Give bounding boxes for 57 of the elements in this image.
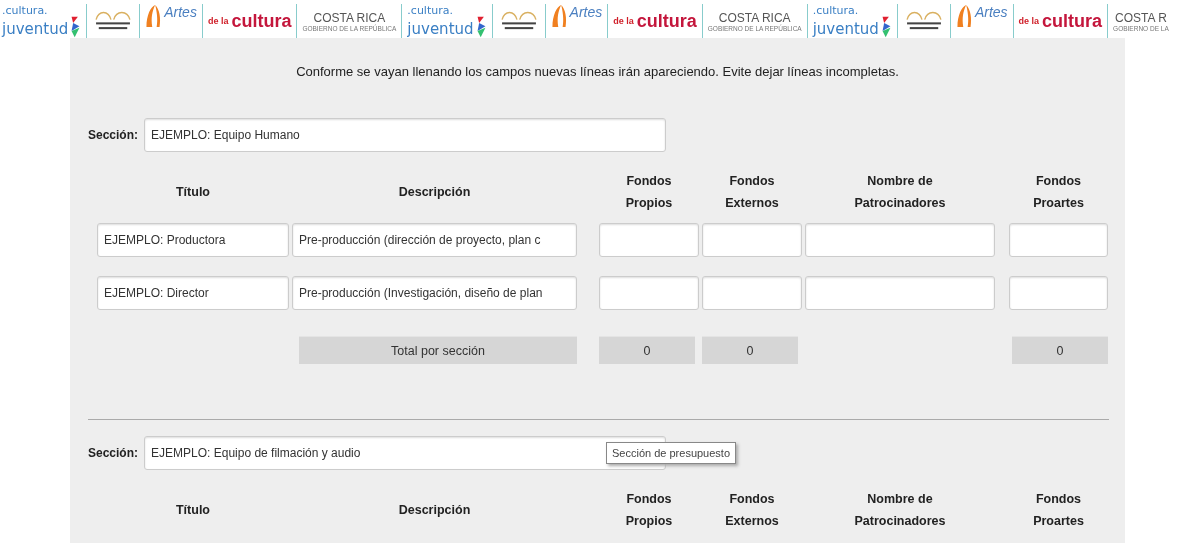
section-label: Sección: [88,446,138,460]
logo-text: Artes [569,4,603,20]
logo-text: cultura [636,10,697,32]
swoosh-icon [145,4,162,28]
column-header: Descripción [398,184,471,201]
tooltip: Sección de presupuesto [606,442,737,464]
external-funds-field[interactable] [702,276,802,310]
logo-text: .cultura. [812,5,859,16]
sponsors-field[interactable] [805,276,995,310]
section-name-field[interactable]: EJEMPLO: Equipo Humano [144,118,666,152]
logo-text: .cultura. [2,5,48,16]
logo-text: Artes [164,4,197,20]
own-funds-field[interactable] [599,276,699,310]
own-funds-field[interactable] [599,223,699,257]
logo-text: cultura [231,10,292,32]
column-header: Fondos Externos [724,491,780,530]
ribbon-icon [475,16,487,38]
total-value: 0 [599,336,695,364]
instructions-text: Conforme se vayan llenando los campos nuevas líneas irán apareciendo. Evite dejar líneas incompletas. [295,63,900,81]
column-header: Descripción [398,502,471,519]
logo-text: Artes [974,4,1008,20]
column-header: Fondos Propios [624,173,674,212]
ribbon-icon [880,16,892,38]
logo-text: de la [613,16,634,26]
section-total-label: Total por sección [299,336,577,364]
proartes-funds-field[interactable] [1009,276,1108,310]
section-label: Sección: [88,128,138,142]
column-header: Nombre de Patrocinadores [853,173,947,212]
proartes-funds-field[interactable] [1009,223,1108,257]
total-value: 0 [1012,336,1108,364]
column-header: Fondos Proartes [1032,491,1085,530]
logo-text: .cultura. [407,5,453,16]
sponsors-field[interactable] [805,223,995,257]
swoosh-icon [550,4,567,28]
logo-text: COSTA RICA [718,10,791,25]
logo-text: juventud [407,21,474,38]
description-field[interactable]: Pre-producción (Investigación, diseño de plan [292,276,577,310]
logo-text: COSTA R [1115,10,1167,25]
column-header: Fondos Externos [724,173,780,212]
column-header: Fondos Proartes [1032,173,1085,212]
logo-text: juventud [2,21,69,38]
description-field[interactable]: Pre-producción (dirección de proyecto, plan c [292,223,577,257]
logo-text: de la [1018,16,1040,26]
title-field[interactable]: EJEMPLO: Productora [97,223,289,257]
column-header: Nombre de Patrocinadores [853,491,947,530]
logo-text: de la [207,16,229,26]
ribbon-icon [70,16,82,38]
logo-text: cultura [1042,10,1103,32]
column-header: Título [176,502,210,519]
logo-text: juventud [812,21,879,38]
column-header: Fondos Propios [624,491,674,530]
title-field[interactable]: EJEMPLO: Director [97,276,289,310]
logo-text: COSTA RICA [313,10,386,25]
column-header: Título [176,184,210,201]
total-value: 0 [702,336,798,364]
swoosh-icon [955,4,972,28]
external-funds-field[interactable] [702,223,802,257]
